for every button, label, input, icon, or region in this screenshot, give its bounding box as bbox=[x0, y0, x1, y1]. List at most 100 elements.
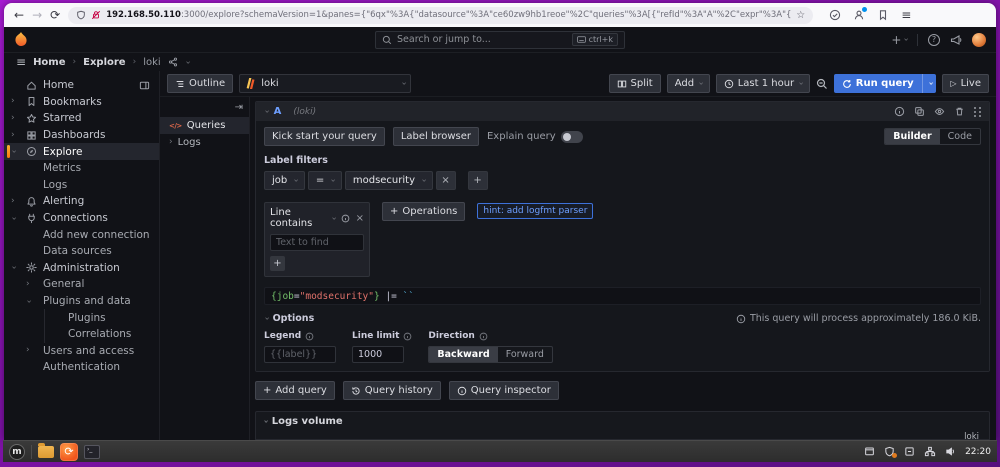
sidebar-item-administration[interactable]: › Administration bbox=[4, 260, 159, 277]
sidebar-item-starred[interactable]: › Starred bbox=[4, 110, 159, 127]
sidebar-item-bookmarks[interactable]: › Bookmarks bbox=[4, 94, 159, 111]
chevron-down-icon[interactable]: › bbox=[182, 60, 192, 64]
url-bar[interactable]: 192.168.50.110:3000/explore?schemaVersio… bbox=[68, 6, 814, 24]
collapse-outline-icon[interactable]: ⇥ bbox=[235, 102, 243, 113]
sidebar-item-data-sources[interactable]: Data sources bbox=[4, 243, 159, 260]
help-icon[interactable]: ? bbox=[928, 33, 940, 46]
add-query-button[interactable]: + Add query bbox=[255, 381, 335, 400]
remove-operation-icon[interactable]: × bbox=[356, 213, 364, 224]
sidebar-item-dashboards[interactable]: › Dashboards bbox=[4, 127, 159, 144]
bookmark-star-icon[interactable]: ☆ bbox=[796, 10, 805, 21]
terminal-launcher-icon[interactable]: ›_ bbox=[84, 444, 100, 459]
window-list-icon[interactable] bbox=[864, 446, 875, 457]
toggle-visibility-icon[interactable] bbox=[934, 106, 945, 117]
mega-menu-toggle-icon[interactable]: ≡ bbox=[16, 55, 26, 69]
sidebar-item-logs[interactable]: Logs bbox=[4, 177, 159, 194]
taskbar-clock[interactable]: 22:20 bbox=[965, 447, 991, 457]
add-icon[interactable]: + › bbox=[891, 33, 910, 47]
volume-icon[interactable] bbox=[945, 446, 956, 457]
legend-input[interactable] bbox=[264, 346, 336, 363]
logfmt-hint-link[interactable]: hint: add logfmt parser bbox=[477, 203, 594, 219]
add-dropdown-button[interactable]: Add › bbox=[666, 74, 710, 93]
sidebar-item-authentication[interactable]: Authentication bbox=[4, 359, 159, 376]
split-button[interactable]: Split bbox=[608, 74, 661, 93]
time-range-picker[interactable]: Last 1 hour › bbox=[715, 74, 810, 93]
outline-button[interactable]: Outline bbox=[167, 74, 234, 93]
files-launcher-icon[interactable] bbox=[38, 442, 54, 458]
code-mode-button[interactable]: Code bbox=[940, 129, 980, 144]
reload-icon[interactable]: ⟳ bbox=[50, 9, 60, 21]
explain-query-toggle[interactable] bbox=[560, 130, 583, 143]
breadcrumb-home[interactable]: Home bbox=[33, 57, 65, 68]
value-select[interactable]: modsecurity › bbox=[344, 171, 433, 190]
breadcrumb-explore[interactable]: Explore bbox=[83, 57, 125, 68]
insecure-lock-icon[interactable] bbox=[91, 10, 101, 20]
remove-filter-button[interactable]: × bbox=[435, 171, 456, 190]
label-select[interactable]: job › bbox=[264, 171, 305, 190]
options-title[interactable]: Options bbox=[273, 313, 315, 324]
sidebar-item-explore[interactable]: › Explore bbox=[4, 143, 159, 160]
kick-start-button[interactable]: Kick start your query bbox=[264, 127, 385, 146]
collapse-logs-volume-icon[interactable]: › bbox=[260, 420, 270, 424]
share-icon[interactable] bbox=[168, 57, 178, 67]
news-icon[interactable] bbox=[950, 34, 962, 46]
sidebar-item-alerting[interactable]: › Alerting bbox=[4, 193, 159, 210]
firefox-launcher-icon[interactable]: ⟳ bbox=[60, 442, 78, 461]
sidebar-item-home[interactable]: Home bbox=[4, 77, 159, 94]
query-history-button[interactable]: Query history bbox=[342, 381, 441, 400]
legend-loki[interactable]: loki bbox=[964, 432, 979, 439]
sidebar-item-plugins[interactable]: Plugins bbox=[4, 309, 159, 326]
zoom-out-icon[interactable] bbox=[816, 78, 828, 90]
live-button[interactable]: ▷ Live bbox=[942, 74, 989, 93]
sidebar-item-correlations[interactable]: Correlations bbox=[4, 325, 159, 343]
remove-query-icon[interactable] bbox=[954, 106, 965, 117]
collapse-query-icon[interactable]: › bbox=[261, 110, 271, 114]
shield-icon[interactable] bbox=[76, 10, 86, 20]
direction-backward-button[interactable]: Backward bbox=[429, 347, 498, 362]
search-input[interactable]: Search or jump to... ctrl+k bbox=[375, 30, 625, 49]
removable-media-icon[interactable] bbox=[904, 446, 915, 457]
outline-item-logs[interactable]: › Logs bbox=[160, 134, 249, 151]
sidebar-item-add-new-connection[interactable]: Add new connection bbox=[4, 226, 159, 243]
operator-select[interactable]: = › bbox=[307, 171, 342, 190]
text-to-find-input[interactable] bbox=[270, 234, 364, 251]
user-avatar[interactable] bbox=[972, 32, 986, 47]
network-icon[interactable] bbox=[924, 446, 936, 457]
collapse-options-icon[interactable]: › bbox=[261, 317, 271, 321]
sidebar-item-metrics[interactable]: Metrics bbox=[4, 160, 159, 177]
duplicate-query-icon[interactable] bbox=[914, 106, 925, 117]
forward-icon[interactable]: → bbox=[32, 9, 42, 21]
outline-item-queries[interactable]: </> Queries bbox=[160, 117, 249, 134]
query-info-icon[interactable] bbox=[894, 106, 905, 117]
mint-menu-button[interactable]: m bbox=[9, 443, 25, 460]
run-query-button[interactable]: Run query › bbox=[833, 74, 937, 93]
grafana-logo[interactable] bbox=[14, 32, 28, 47]
query-row-header[interactable]: › A (loki) bbox=[256, 102, 989, 121]
sidebar-item-users-and-access[interactable]: › Users and access bbox=[4, 343, 159, 360]
raw-query[interactable]: {job = "modsecurity"} |= `` bbox=[264, 287, 981, 305]
extension-check-icon[interactable] bbox=[829, 9, 841, 21]
datasource-picker[interactable]: loki › bbox=[239, 74, 412, 93]
dock-menu-icon[interactable] bbox=[139, 80, 150, 91]
query-inspector-button[interactable]: Query inspector bbox=[448, 381, 559, 400]
line-limit-input[interactable] bbox=[352, 346, 404, 363]
back-icon[interactable]: ← bbox=[14, 9, 24, 21]
breadcrumb-loki[interactable]: loki bbox=[143, 57, 160, 68]
sidebar-item-connections[interactable]: › Connections bbox=[4, 210, 159, 227]
add-operation-button[interactable]: + Operations bbox=[382, 202, 466, 221]
operation-info-icon[interactable] bbox=[341, 214, 350, 223]
account-icon[interactable] bbox=[853, 7, 868, 21]
operation-name[interactable]: Line contains bbox=[270, 207, 327, 229]
menu-icon[interactable]: ≡ bbox=[901, 9, 911, 21]
builder-mode-button[interactable]: Builder bbox=[885, 129, 940, 144]
chevron-down-icon[interactable]: › bbox=[328, 216, 338, 220]
drag-handle[interactable] bbox=[974, 106, 981, 117]
label-browser-button[interactable]: Label browser bbox=[392, 127, 479, 146]
library-icon[interactable] bbox=[877, 9, 889, 21]
run-query-dropdown[interactable]: › bbox=[921, 74, 937, 93]
sidebar-item-general[interactable]: › General bbox=[4, 276, 159, 293]
sidebar-item-plugins-and-data[interactable]: › Plugins and data bbox=[4, 293, 159, 310]
direction-forward-button[interactable]: Forward bbox=[498, 347, 552, 362]
update-manager-icon[interactable] bbox=[884, 446, 898, 458]
add-value-button[interactable]: + bbox=[270, 256, 285, 271]
